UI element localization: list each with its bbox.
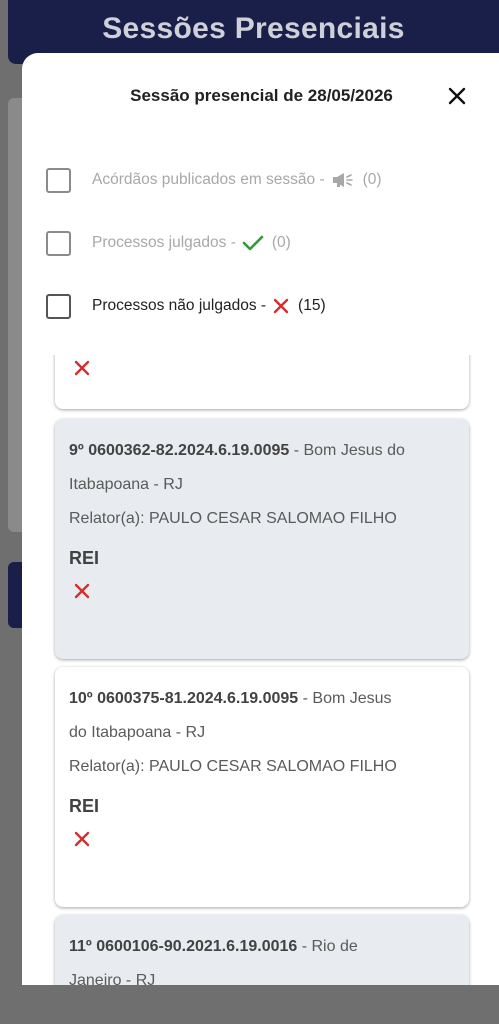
process-location: - Bom Jesus <box>298 690 392 707</box>
process-location-cont: do Itabapoana - RJ <box>69 724 206 741</box>
filter-nao-julgados: Processos não julgados - (15) <box>46 292 326 320</box>
process-card[interactable]: 11º 0600106-90.2021.6.19.0016 - Rio de J… <box>55 915 469 985</box>
not-judged-icon <box>69 582 455 606</box>
filter-nao-julgados-text: Processos não julgados - <box>92 297 267 314</box>
filter-acordaos: Acórdãos publicados em sessão - (0) <box>46 166 382 194</box>
close-button[interactable] <box>444 83 470 109</box>
megaphone-icon <box>331 171 355 189</box>
process-relator: Relator(a): PAULO CESAR SALOMAO FILHO <box>69 510 397 527</box>
process-location: - Bom Jesus do <box>289 442 405 459</box>
session-modal: Sessão presencial de 28/05/2026 Acórdãos… <box>22 53 499 985</box>
filter-julgados-text: Processos julgados - <box>92 234 236 251</box>
process-number: 11º 0600106-90.2021.6.19.0016 <box>69 938 298 955</box>
filter-julgados-label: Processos julgados - (0) <box>92 234 291 252</box>
process-title: 9º 0600362-82.2024.6.19.0095 - Bom Jesus… <box>69 434 455 468</box>
filter-julgados: Processos julgados - (0) <box>46 229 291 257</box>
filter-acordaos-count: (0) <box>362 171 382 188</box>
filter-acordaos-text: Acórdãos publicados em sessão - <box>92 171 325 188</box>
process-location-cont: Janeiro - RJ <box>69 972 156 985</box>
process-location: - Rio de <box>297 938 358 955</box>
not-judged-icon <box>69 830 455 854</box>
process-location-cont: Itabapoana - RJ <box>69 476 183 493</box>
process-title: 10º 0600375-81.2024.6.19.0095 - Bom Jesu… <box>69 682 455 716</box>
acordaos-checkbox[interactable] <box>46 167 71 193</box>
julgados-checkbox[interactable] <box>46 230 71 256</box>
background-page-title: Sessões Presenciais <box>102 12 405 45</box>
close-icon <box>448 87 466 105</box>
process-title: 11º 0600106-90.2021.6.19.0016 - Rio de <box>69 930 455 964</box>
process-list[interactable]: 9º 0600362-82.2024.6.19.0095 - Bom Jesus… <box>22 355 499 985</box>
process-relator: Relator(a): PAULO CESAR SALOMAO FILHO <box>69 758 397 775</box>
process-type: REI <box>69 548 100 568</box>
modal-title: Sessão presencial de 28/05/2026 <box>130 86 393 105</box>
filter-acordaos-label: Acórdãos publicados em sessão - (0) <box>92 171 382 189</box>
process-card[interactable]: 9º 0600362-82.2024.6.19.0095 - Bom Jesus… <box>55 419 469 659</box>
check-icon <box>242 234 264 252</box>
x-icon <box>272 297 290 315</box>
process-card[interactable] <box>55 355 469 409</box>
not-judged-icon <box>73 359 91 382</box>
nao-julgados-checkbox[interactable] <box>46 293 71 319</box>
process-type: REI <box>69 796 100 816</box>
filter-nao-julgados-label: Processos não julgados - (15) <box>92 297 326 315</box>
process-number: 9º 0600362-82.2024.6.19.0095 <box>69 442 290 459</box>
filter-nao-julgados-count: (15) <box>298 297 326 314</box>
filter-julgados-count: (0) <box>271 234 291 251</box>
process-number: 10º 0600375-81.2024.6.19.0095 <box>69 690 299 707</box>
process-card[interactable]: 10º 0600375-81.2024.6.19.0095 - Bom Jesu… <box>55 667 469 907</box>
